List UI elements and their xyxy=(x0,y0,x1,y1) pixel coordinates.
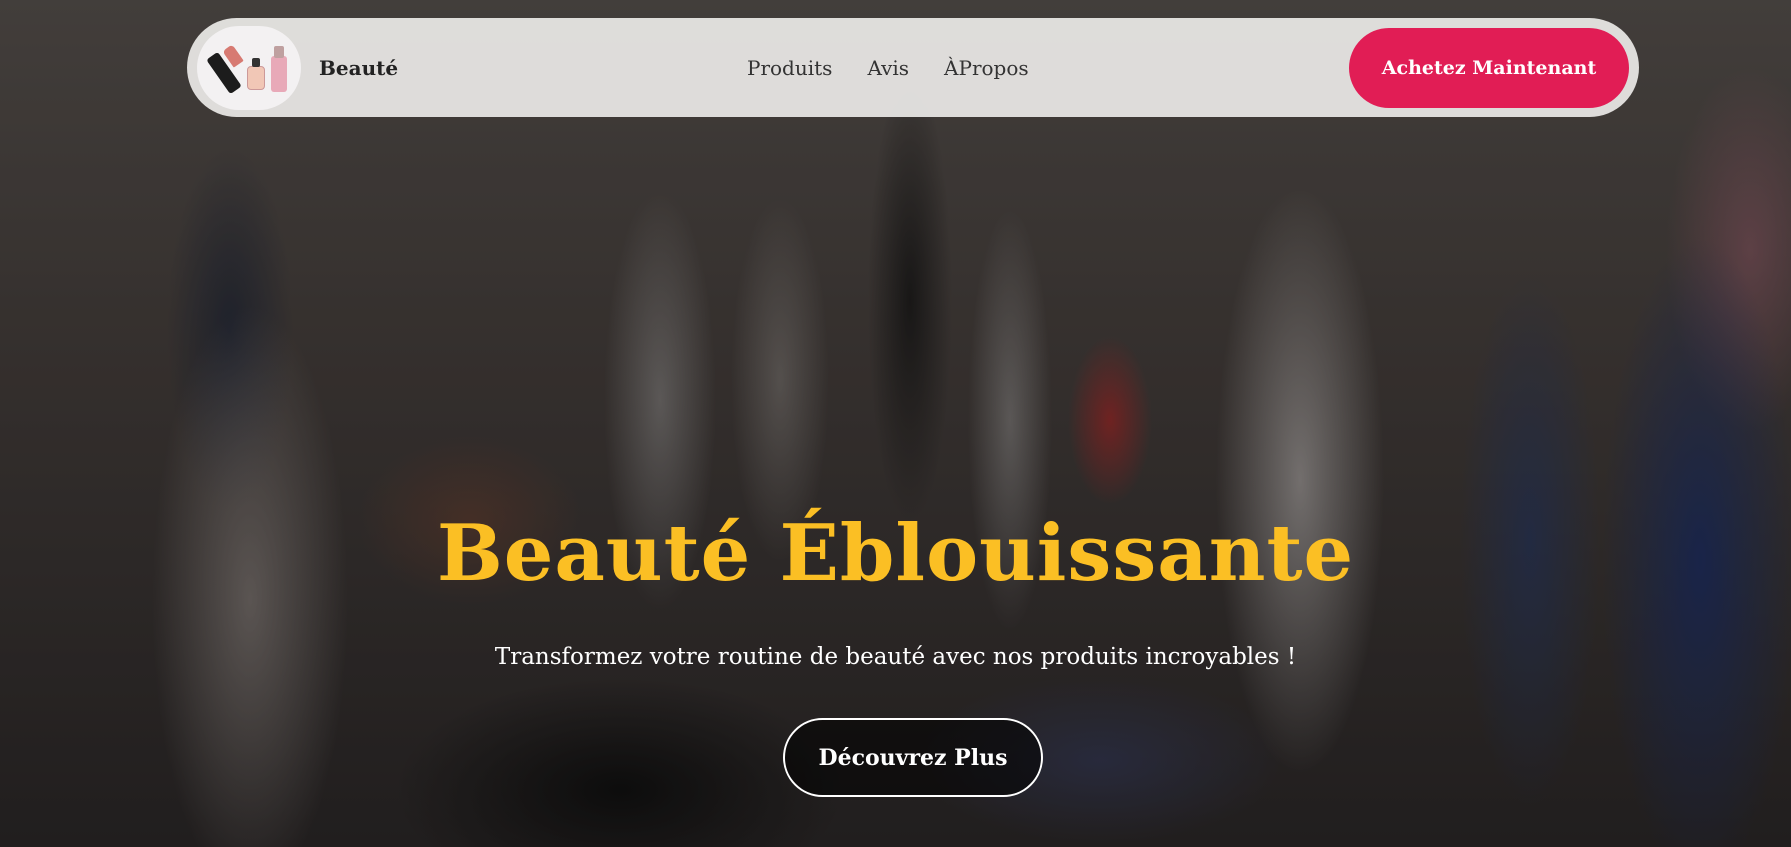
nav-link-avis[interactable]: Avis xyxy=(867,56,909,80)
buy-now-button[interactable]: Achetez Maintenant xyxy=(1349,28,1629,108)
hero-title: Beauté Éblouissante xyxy=(436,508,1355,599)
nav-links: Produits Avis ÀPropos xyxy=(747,18,1029,117)
cosmetics-logo-icon[interactable] xyxy=(197,25,301,110)
nav-link-produits[interactable]: Produits xyxy=(747,56,832,80)
discover-more-button[interactable]: Découvrez Plus xyxy=(783,718,1043,797)
nav-link-apropos[interactable]: ÀPropos xyxy=(944,56,1029,80)
hero-subtitle: Transformez votre routine de beauté avec… xyxy=(494,644,1297,670)
brand-name[interactable]: Beauté xyxy=(319,56,398,80)
navbar: Beauté Produits Avis ÀPropos Achetez Mai… xyxy=(187,18,1639,117)
